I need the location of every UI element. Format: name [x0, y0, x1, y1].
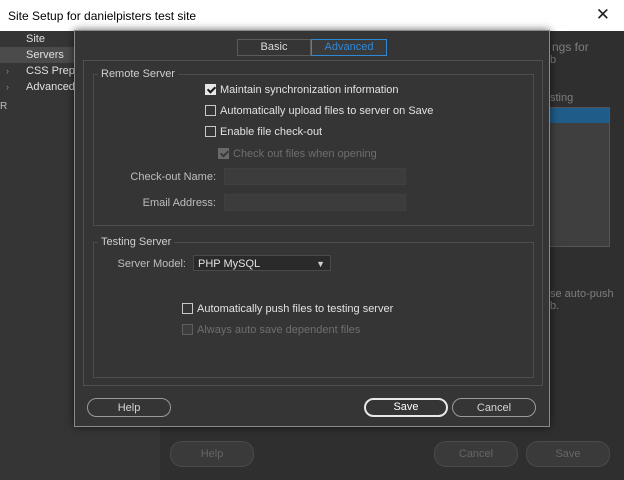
- save-button[interactable]: Save: [364, 398, 448, 417]
- email-address-label: Email Address:: [142, 197, 216, 209]
- cancel-button[interactable]: Cancel: [452, 398, 536, 417]
- server-model-label: Server Model:: [117, 258, 186, 270]
- help-button[interactable]: Help: [87, 398, 171, 417]
- background-text-fragment: b: [550, 54, 557, 66]
- auto-push-checkbox[interactable]: [182, 303, 193, 314]
- chevron-right-icon[interactable]: ›: [6, 79, 9, 95]
- tab-advanced[interactable]: Advanced: [311, 39, 387, 56]
- checkout-when-opening-checkbox: [218, 148, 229, 159]
- server-model-value: PHP MySQL: [198, 258, 261, 270]
- enable-checkout-checkbox[interactable]: [205, 126, 216, 137]
- chevron-down-icon: ▼: [316, 259, 325, 269]
- sidebar-item-label: Site: [26, 33, 45, 45]
- sidebar-edge-text: R: [0, 101, 8, 112]
- testing-server-legend: Testing Server: [98, 236, 175, 248]
- maintain-sync-label: Maintain synchronization information: [220, 84, 399, 96]
- maintain-sync-checkbox[interactable]: [205, 84, 216, 95]
- advanced-server-dialog: Basic Advanced Remote Server Maintain sy…: [74, 30, 550, 427]
- remote-server-legend: Remote Server: [98, 68, 178, 80]
- auto-save-dependent-checkbox: [182, 324, 193, 335]
- checkout-name-field: [224, 168, 406, 185]
- background-text-fragment: ngs for: [552, 40, 589, 54]
- sidebar-item-label: Servers: [26, 49, 64, 61]
- enable-checkout-label: Enable file check-out: [220, 126, 323, 138]
- background-help-button: Help: [170, 441, 254, 467]
- server-model-select[interactable]: PHP MySQL ▼: [193, 255, 331, 271]
- background-testing-header: sting: [550, 92, 574, 104]
- chevron-right-icon[interactable]: ›: [6, 63, 9, 79]
- checkout-name-label: Check-out Name:: [130, 171, 216, 183]
- window-title: Site Setup for danielpisters test site: [8, 9, 197, 23]
- tab-panel: Remote Server Maintain synchronization i…: [83, 60, 543, 386]
- background-save-button: Save: [526, 441, 610, 467]
- auto-upload-label: Automatically upload files to server on …: [220, 105, 434, 117]
- checkout-when-opening-label: Check out files when opening: [233, 148, 377, 160]
- background-text-fragment: b.: [550, 300, 560, 312]
- title-bar: Site Setup for danielpisters test site ✕: [0, 0, 624, 32]
- auto-push-label: Automatically push files to testing serv…: [197, 303, 394, 315]
- email-address-field: [224, 194, 406, 211]
- close-icon[interactable]: ✕: [596, 5, 610, 25]
- table-row[interactable]: [549, 108, 609, 123]
- auto-upload-checkbox[interactable]: [205, 105, 216, 116]
- tab-basic[interactable]: Basic: [237, 39, 311, 56]
- background-server-table[interactable]: [548, 107, 610, 247]
- background-text-fragment: se auto-push: [550, 288, 614, 300]
- auto-save-dependent-label: Always auto save dependent files: [197, 324, 361, 336]
- background-cancel-button: Cancel: [434, 441, 518, 467]
